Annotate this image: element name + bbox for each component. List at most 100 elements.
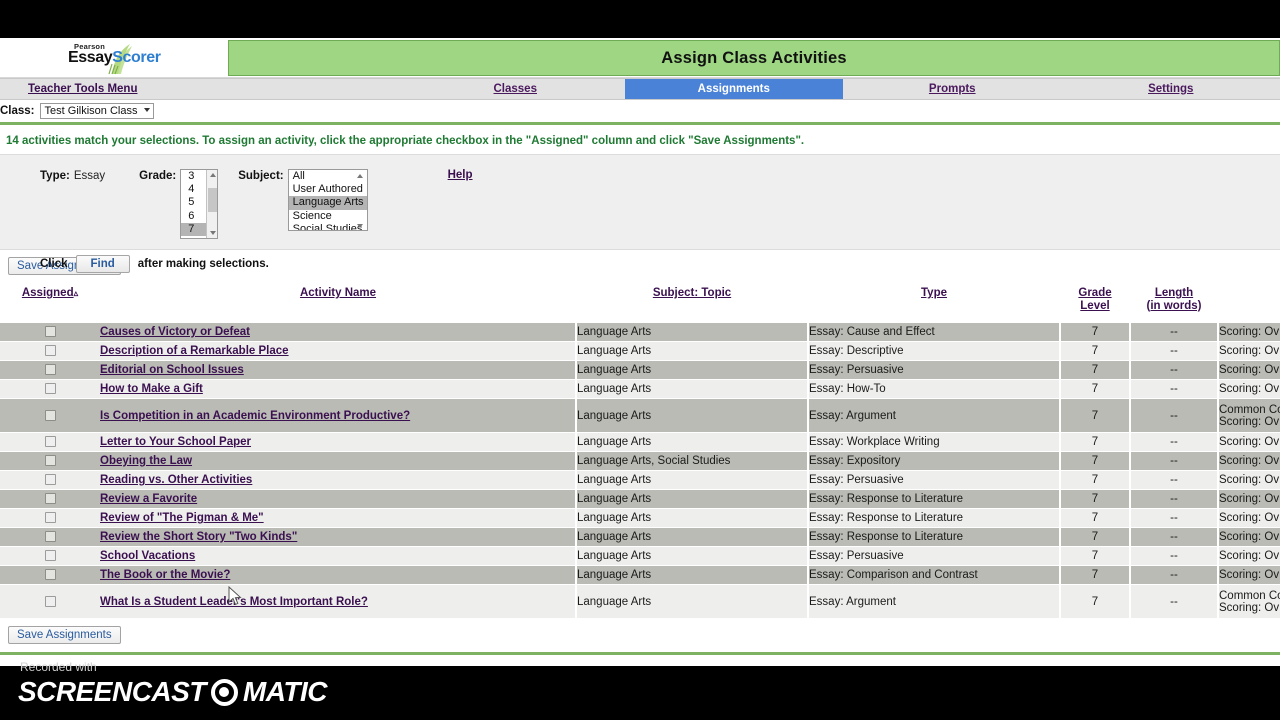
scroll-up-icon[interactable]: [208, 171, 217, 180]
find-button[interactable]: Find: [75, 255, 130, 273]
cell-grade-level: 7: [1059, 508, 1130, 528]
watermark-recorded-with: Recorded with: [20, 660, 97, 674]
subject-option[interactable]: User Authored: [289, 183, 367, 196]
col-header-subject-topic[interactable]: Subject: Topic: [576, 279, 808, 323]
type-label: Type:: [40, 170, 70, 182]
subject-option-selected[interactable]: Language Arts: [288, 196, 367, 210]
table-row: The Book or the Movie? Language Arts Essay…: [0, 565, 1280, 585]
tab-prompts[interactable]: Prompts: [843, 79, 1062, 99]
teacher-tools-menu-link[interactable]: Teacher Tools Menu: [28, 83, 137, 95]
assigned-checkbox[interactable]: [44, 326, 56, 338]
activity-name-link[interactable]: Letter to Your School Paper: [100, 436, 251, 448]
cell-subject-topic: Language Arts: [575, 322, 808, 342]
col-header-assigned[interactable]: Assigned▵: [0, 279, 100, 323]
help-link[interactable]: Help: [448, 169, 473, 181]
assigned-checkbox[interactable]: [44, 455, 56, 467]
cell-type: Essay: Persuasive: [807, 546, 1060, 566]
chevron-down-icon: [144, 108, 151, 112]
assigned-checkbox[interactable]: [44, 512, 56, 524]
cell-activity-name: Description of a Remarkable Place: [100, 341, 576, 361]
cell-type: Essay: Cause and Effect: [807, 322, 1060, 342]
assigned-checkbox[interactable]: [44, 550, 56, 562]
cell-subject-topic: Language Arts: [575, 432, 808, 452]
assigned-checkbox[interactable]: [44, 409, 56, 421]
assigned-checkbox[interactable]: [44, 436, 56, 448]
assigned-checkbox[interactable]: [44, 595, 56, 607]
col-header-activity-name-label[interactable]: Activity Name: [300, 287, 376, 299]
col-header-activity-name[interactable]: Activity Name: [100, 279, 576, 323]
cell-length: --: [1129, 379, 1218, 399]
assigned-checkbox[interactable]: [44, 364, 56, 376]
col-header-type[interactable]: Type: [808, 279, 1060, 323]
navbar-tabs: Classes Assignments Prompts Settings: [406, 79, 1280, 99]
subject-scroll-down-icon[interactable]: [356, 221, 365, 228]
cell-scoring: Scoring: Ov: [1217, 489, 1280, 509]
col-header-grade-level-line1[interactable]: Grade: [1078, 287, 1111, 299]
assigned-checkbox[interactable]: [44, 493, 56, 505]
type-value: Essay: [73, 170, 106, 182]
col-header-grade-level-line2[interactable]: Level: [1080, 300, 1109, 312]
activity-name-link[interactable]: Obeying the Law: [100, 455, 192, 467]
activity-name-link[interactable]: The Book or the Movie?: [100, 569, 230, 581]
col-header-length-line1[interactable]: Length: [1155, 287, 1193, 299]
subject-label: Subject:: [238, 170, 284, 182]
activity-name-link[interactable]: Causes of Victory or Defeat: [100, 326, 250, 338]
activity-name-link[interactable]: Review a Favorite: [100, 493, 197, 505]
tab-classes[interactable]: Classes: [406, 79, 625, 99]
col-header-length[interactable]: Length (in words): [1130, 279, 1218, 323]
col-header-grade-level[interactable]: Grade Level: [1060, 279, 1130, 323]
cell-grade-level: 7: [1059, 451, 1130, 471]
activity-name-link[interactable]: Editorial on School Issues: [100, 364, 244, 376]
table-row: Causes of Victory or Defeat Language Arts…: [0, 322, 1280, 342]
col-header-type-label[interactable]: Type: [921, 287, 947, 299]
tab-assignments[interactable]: Assignments: [624, 79, 843, 99]
logo-essay-text: Essay: [68, 49, 113, 66]
cell-scoring: Common Co Scoring: Ov: [1217, 584, 1280, 619]
cell-grade-level: 7: [1059, 546, 1130, 566]
assigned-checkbox[interactable]: [44, 345, 56, 357]
masthead: Pearson EssayScorer Assign Class Activit…: [0, 38, 1280, 78]
record-circle-icon: [210, 678, 238, 706]
assigned-checkbox[interactable]: [44, 474, 56, 486]
cell-assigned: [0, 546, 100, 566]
click-suffix-label: after making selections.: [137, 258, 269, 270]
pearson-essayscorer-logo[interactable]: Pearson EssayScorer: [68, 40, 208, 78]
scroll-thumb[interactable]: [208, 188, 218, 212]
activity-name-link[interactable]: Reading vs. Other Activities: [100, 474, 252, 486]
activity-name-link[interactable]: Review of "The Pigman & Me": [100, 512, 264, 524]
save-assignments-button-bottom[interactable]: Save Assignments: [8, 626, 121, 644]
main-navbar: Teacher Tools Menu Classes Assignments P…: [0, 78, 1280, 100]
watermark-brand-left: SCREENCAST: [18, 676, 206, 707]
col-header-subject-topic-label[interactable]: Subject: Topic: [653, 287, 731, 299]
cell-scoring: Scoring: Ov: [1217, 360, 1280, 380]
grade-scrollbar[interactable]: [206, 170, 218, 238]
cell-length: --: [1129, 527, 1218, 547]
activity-name-link[interactable]: Description of a Remarkable Place: [100, 345, 289, 357]
activity-name-link[interactable]: Is Competition in an Academic Environmen…: [100, 410, 410, 422]
navbar-left: Teacher Tools Menu: [0, 79, 406, 99]
scroll-down-icon[interactable]: [208, 228, 217, 237]
grade-listbox[interactable]: 3 4 5 6 7: [180, 169, 219, 239]
class-select[interactable]: Test Gilkison Class: [39, 103, 155, 119]
cell-grade-level: 7: [1059, 360, 1130, 380]
col-header-assigned-label[interactable]: Assigned: [22, 287, 74, 299]
cell-length: --: [1129, 451, 1218, 471]
assigned-checkbox[interactable]: [44, 531, 56, 543]
cell-scoring: Scoring: Ov: [1217, 508, 1280, 528]
subject-scroll-up-icon[interactable]: [356, 172, 365, 178]
cell-length: --: [1129, 322, 1218, 342]
cell-type: Essay: Expository: [807, 451, 1060, 471]
subject-listbox[interactable]: All User Authored Language Arts Science …: [287, 169, 368, 231]
letterbox-top: [0, 0, 1280, 38]
col-header-length-line2[interactable]: (in words): [1147, 300, 1202, 312]
cell-scoring: Scoring: Ov: [1217, 527, 1280, 547]
cell-scoring: Scoring: Ov: [1217, 546, 1280, 566]
assigned-checkbox[interactable]: [44, 569, 56, 581]
cell-grade-level: 7: [1059, 565, 1130, 585]
assigned-checkbox[interactable]: [44, 383, 56, 395]
activity-name-link[interactable]: School Vacations: [100, 550, 195, 562]
activity-name-link[interactable]: Review the Short Story "Two Kinds": [100, 531, 297, 543]
tab-settings[interactable]: Settings: [1062, 79, 1280, 99]
cell-type: Essay: Response to Literature: [807, 489, 1060, 509]
activity-name-link[interactable]: How to Make a Gift: [100, 383, 203, 395]
